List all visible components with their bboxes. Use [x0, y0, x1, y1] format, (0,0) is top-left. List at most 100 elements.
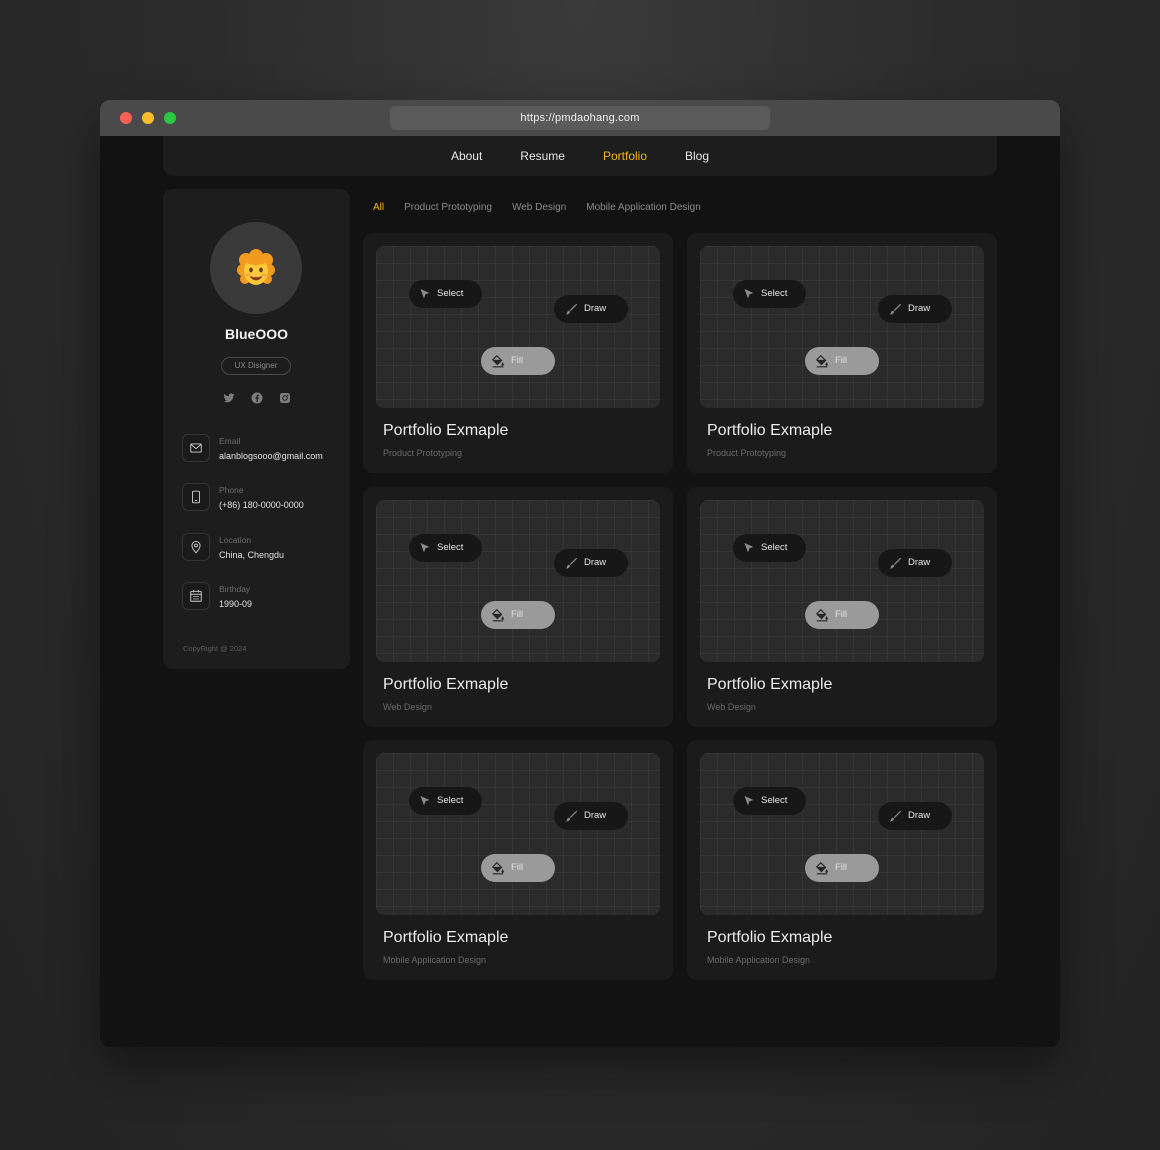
select-tool-label: Select [761, 542, 788, 553]
draw-tool-pill: Draw [554, 549, 628, 577]
nav-portfolio[interactable]: Portfolio [603, 149, 647, 163]
card-category: Mobile Application Design [707, 955, 811, 965]
select-tool-label: Select [761, 795, 788, 806]
card-preview: Select Draw Fill [700, 753, 984, 915]
brush-icon [889, 557, 902, 569]
select-tool-label: Select [761, 288, 788, 299]
card-preview: Select Draw Fill [700, 500, 984, 662]
top-navigation: About Resume Portfolio Blog [163, 136, 997, 176]
card-preview: Select Draw Fill [700, 246, 984, 408]
contact-value[interactable]: alanblogsooo@gmail.com [219, 451, 323, 461]
fill-tool-label: Fill [511, 862, 524, 873]
brush-icon [565, 303, 578, 315]
portfolio-card[interactable]: Select Draw Fill Portfolio Exmaple Web D… [363, 487, 673, 727]
fill-tool-pill: Fill [481, 347, 555, 375]
brush-icon [889, 303, 902, 315]
fill-tool-pill: Fill [481, 854, 555, 882]
mail-icon [182, 434, 210, 462]
filter-product-prototyping[interactable]: Product Prototyping [404, 202, 492, 218]
cursor-icon [420, 289, 430, 299]
avatar-face-icon [237, 249, 275, 285]
draw-tool-label: Draw [584, 810, 607, 821]
draw-tool-label: Draw [908, 810, 931, 821]
profile-sidebar: BlueOOO UX Disigner Email alanblogsooo@g… [163, 189, 350, 669]
portfolio-card[interactable]: Select Draw Fill Portfolio Exmaple Web D… [687, 487, 997, 727]
contact-value[interactable]: (+86) 180-0000-0000 [219, 500, 304, 510]
profile-role-badge: UX Disigner [221, 357, 291, 375]
card-preview: Select Draw Fill [376, 500, 660, 662]
card-title[interactable]: Portfolio Exmaple [383, 422, 508, 440]
contact-email: Email alanblogsooo@gmail.com [182, 434, 342, 466]
card-title[interactable]: Portfolio Exmaple [707, 422, 832, 440]
portfolio-card[interactable]: Select Draw Fill Portfolio Exmaple Produ… [687, 233, 997, 473]
filter-all[interactable]: All [373, 202, 384, 218]
paint-bucket-icon [815, 861, 828, 875]
minimize-window-button[interactable] [142, 112, 154, 124]
select-tool-label: Select [437, 288, 464, 299]
paint-bucket-icon [491, 608, 504, 622]
maximize-window-button[interactable] [164, 112, 176, 124]
close-window-button[interactable] [120, 112, 132, 124]
phone-icon [182, 483, 210, 511]
portfolio-card[interactable]: Select Draw Fill Portfolio Exmaple Mobil… [363, 740, 673, 980]
draw-tool-pill: Draw [878, 549, 952, 577]
draw-tool-label: Draw [584, 557, 607, 568]
fill-tool-label: Fill [835, 862, 848, 873]
browser-titlebar: https://pmdaohang.com [100, 100, 1060, 136]
select-tool-pill: Select [409, 280, 482, 308]
fill-tool-pill: Fill [805, 347, 879, 375]
cursor-icon [420, 543, 430, 553]
card-category: Web Design [383, 702, 432, 712]
browser-window: https://pmdaohang.com About Resume Portf… [100, 100, 1060, 1047]
card-title[interactable]: Portfolio Exmaple [707, 676, 832, 694]
card-category: Web Design [707, 702, 756, 712]
nav-blog[interactable]: Blog [685, 149, 709, 163]
card-title[interactable]: Portfolio Exmaple [383, 929, 508, 947]
select-tool-label: Select [437, 795, 464, 806]
filter-web-design[interactable]: Web Design [512, 202, 566, 218]
card-title[interactable]: Portfolio Exmaple [707, 929, 832, 947]
twitter-icon[interactable] [223, 391, 235, 403]
card-preview: Select Draw Fill [376, 246, 660, 408]
portfolio-card[interactable]: Select Draw Fill Portfolio Exmaple Mobil… [687, 740, 997, 980]
contact-label: Location [219, 535, 252, 545]
brush-icon [889, 810, 902, 822]
cursor-icon [420, 796, 430, 806]
draw-tool-pill: Draw [554, 295, 628, 323]
social-links [163, 391, 350, 404]
contact-value: 1990-09 [219, 599, 253, 609]
draw-tool-pill: Draw [878, 295, 952, 323]
select-tool-pill: Select [409, 534, 482, 562]
draw-tool-label: Draw [908, 303, 931, 314]
cursor-icon [744, 543, 754, 553]
select-tool-label: Select [437, 542, 464, 553]
fill-tool-label: Fill [835, 355, 848, 366]
card-category: Product Prototyping [707, 448, 787, 458]
paint-bucket-icon [815, 608, 828, 622]
address-bar[interactable]: https://pmdaohang.com [390, 106, 770, 130]
draw-tool-pill: Draw [878, 802, 952, 830]
paint-bucket-icon [491, 354, 504, 368]
select-tool-pill: Select [409, 787, 482, 815]
select-tool-pill: Select [733, 787, 806, 815]
portfolio-card[interactable]: Select Draw Fill Portfolio Exmaple Produ… [363, 233, 673, 473]
card-title[interactable]: Portfolio Exmaple [383, 676, 508, 694]
contact-phone: Phone (+86) 180-0000-0000 [182, 483, 342, 515]
instagram-icon[interactable] [279, 391, 291, 403]
copyright-text: CopyRight @ 2024 [183, 644, 247, 653]
profile-name: BlueOOO [224, 326, 288, 342]
nav-about[interactable]: About [451, 149, 482, 163]
filter-mobile-application-design[interactable]: Mobile Application Design [586, 202, 701, 218]
calendar-icon [182, 582, 210, 610]
draw-tool-label: Draw [584, 303, 607, 314]
cursor-icon [744, 796, 754, 806]
contact-value: China, Chengdu [219, 550, 285, 560]
paint-bucket-icon [491, 861, 504, 875]
contact-label: Phone [219, 485, 244, 495]
nav-resume[interactable]: Resume [520, 149, 565, 163]
fill-tool-pill: Fill [481, 601, 555, 629]
card-category: Mobile Application Design [383, 955, 487, 965]
card-category: Product Prototyping [383, 448, 463, 458]
facebook-icon[interactable] [251, 391, 263, 404]
location-icon [182, 533, 210, 561]
